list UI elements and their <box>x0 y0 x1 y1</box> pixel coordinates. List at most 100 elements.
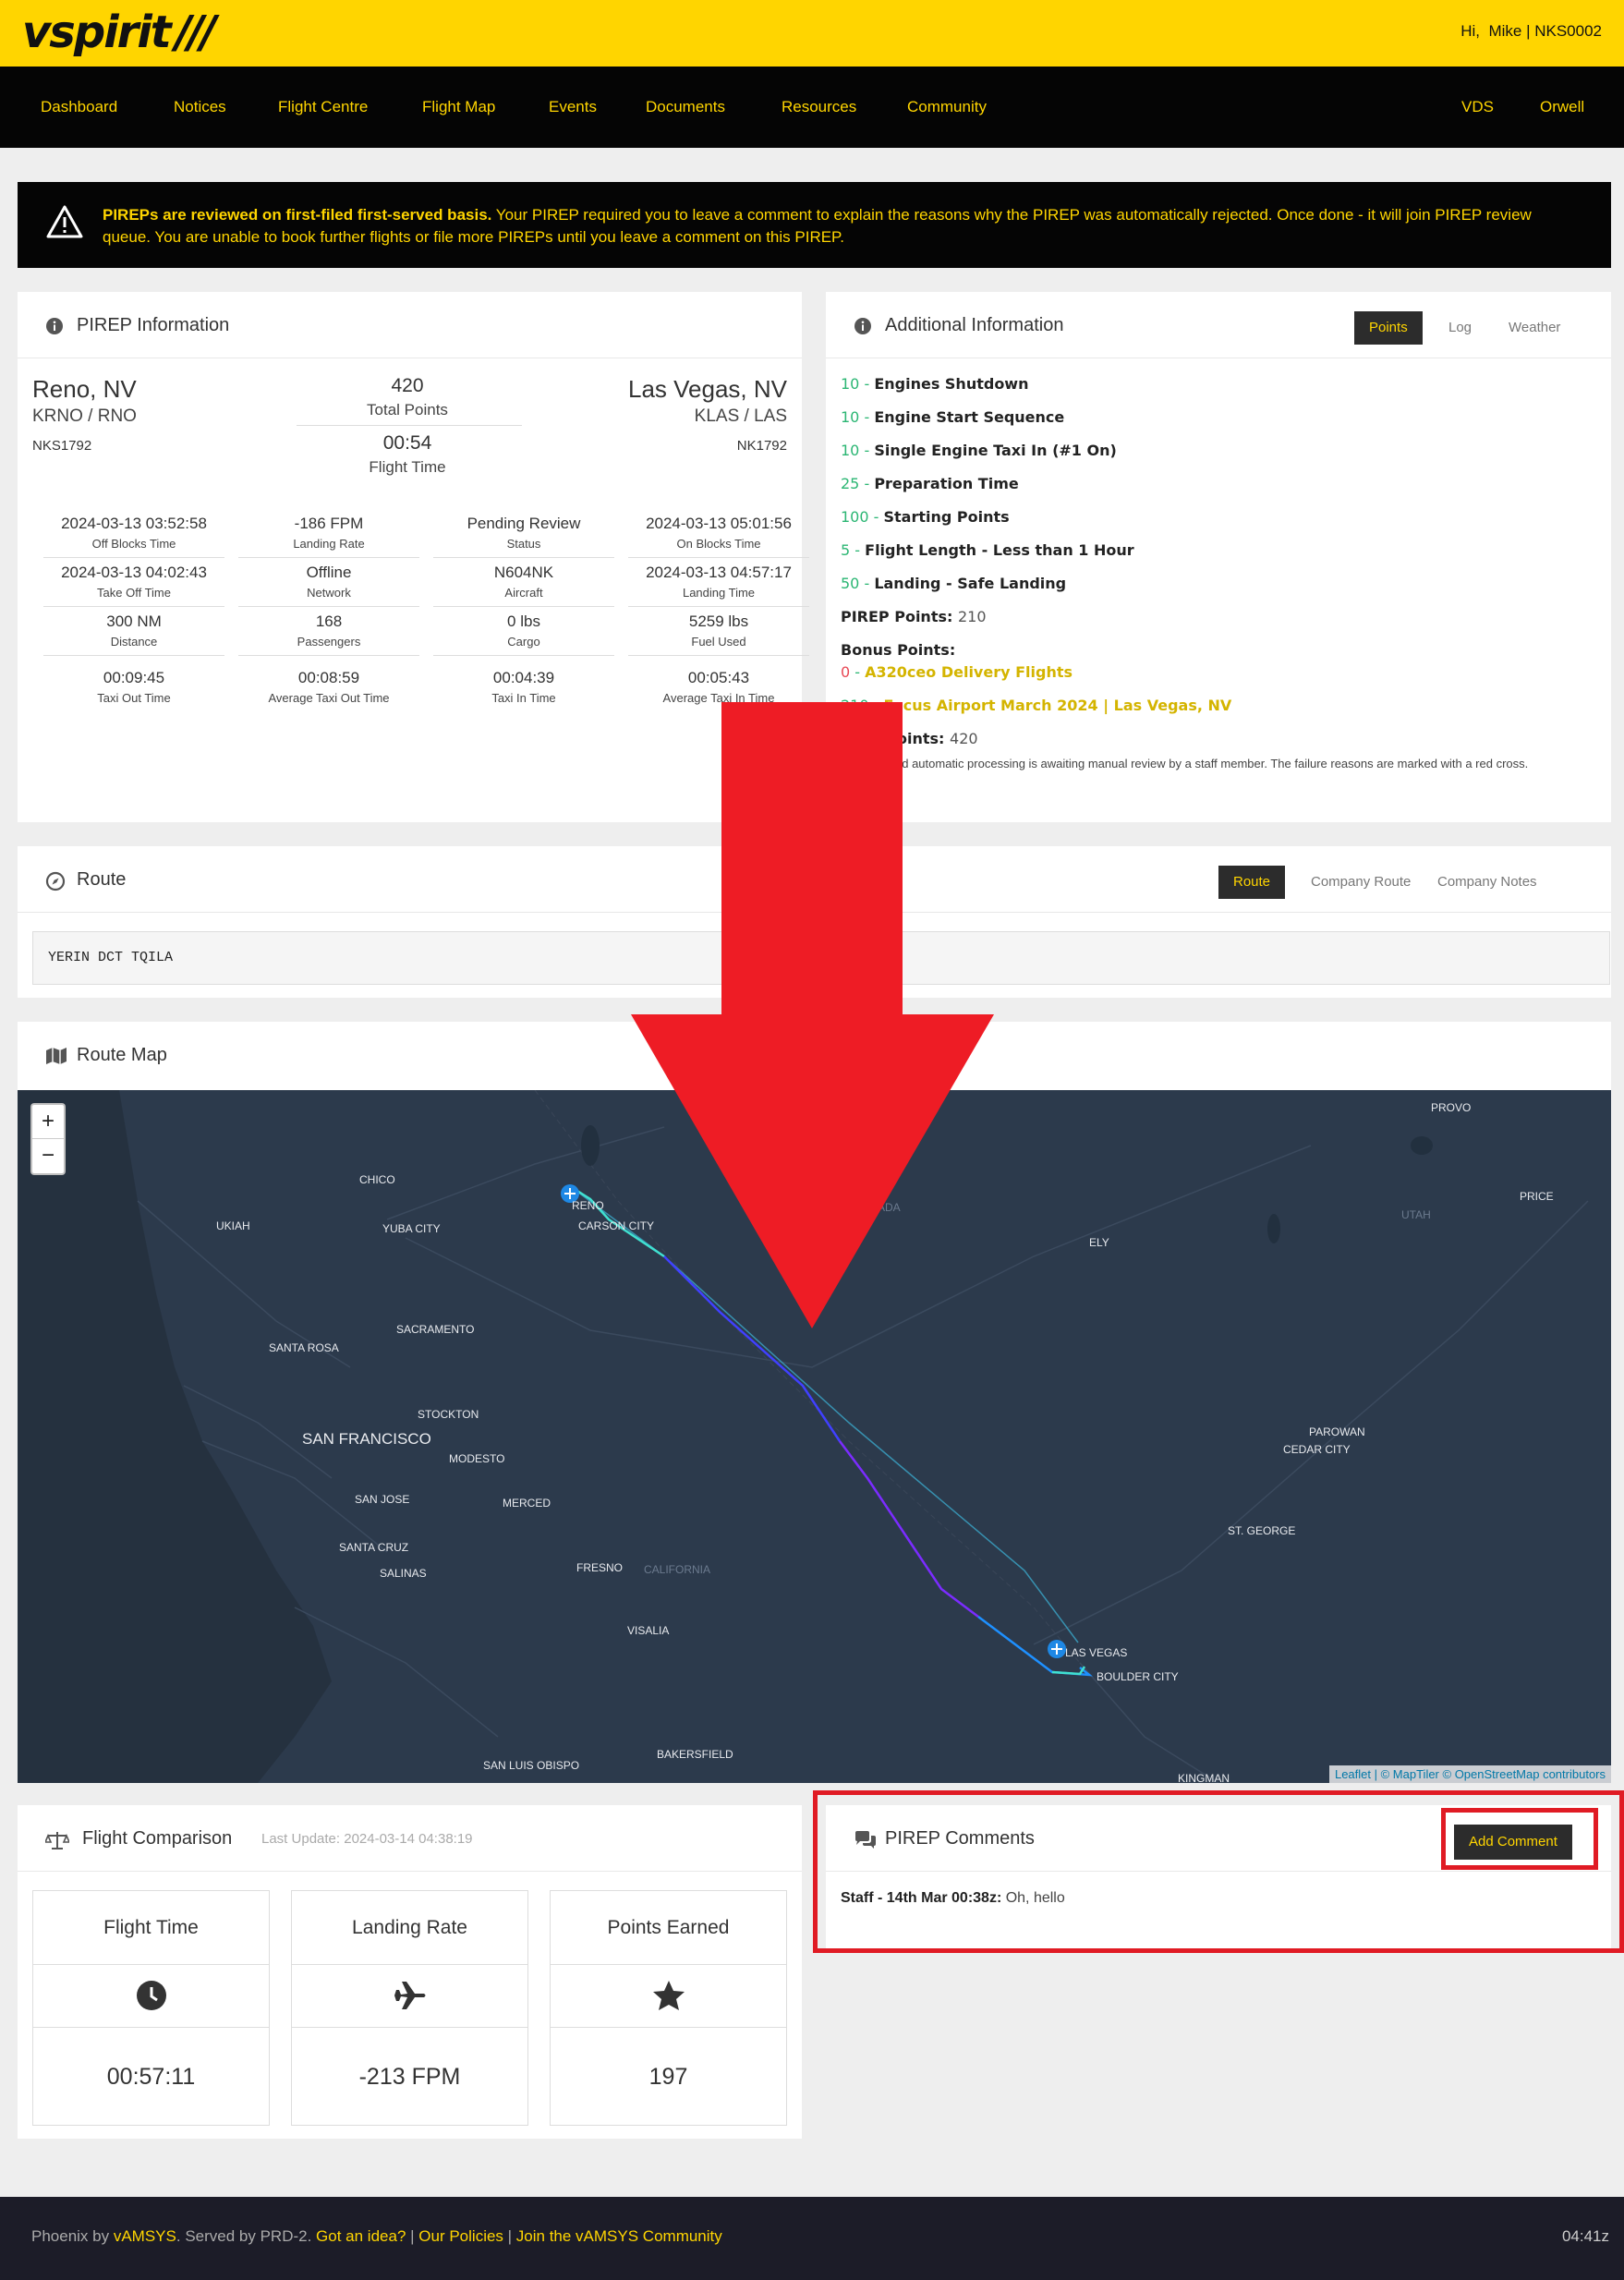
map-label: ELY <box>1089 1236 1109 1249</box>
card-header: Flight Comparison Last Update: 2024-03-1… <box>18 1805 802 1872</box>
nav-events[interactable]: Events <box>549 98 597 116</box>
nav-flight-map[interactable]: Flight Map <box>422 98 495 116</box>
card-title: Additional Information <box>885 315 1064 335</box>
tab-company-route[interactable]: Company Route <box>1298 866 1424 899</box>
map-label: STOCKTON <box>418 1408 479 1421</box>
las-vegas-airport-marker[interactable] <box>1048 1640 1066 1658</box>
nav-resources[interactable]: Resources <box>782 98 856 116</box>
nav-documents[interactable]: Documents <box>646 98 725 116</box>
logo-text: vspirit <box>22 6 172 58</box>
bonus-row: 0 - A320ceo Delivery Flights <box>841 663 1073 681</box>
stat-label: Average Taxi Out Time <box>268 691 390 705</box>
points-row: 10 - Single Engine Taxi In (#1 On) <box>841 442 1117 459</box>
lake <box>581 1125 600 1166</box>
map-label: RENO <box>572 1199 604 1212</box>
vamsys-link[interactable]: vAMSYS <box>114 2227 176 2245</box>
bonus-label: A320ceo Delivery Flights <box>865 663 1073 681</box>
map-label: SANTA ROSA <box>269 1341 339 1354</box>
map-label: PRICE <box>1520 1190 1554 1203</box>
stat-value: 00:09:45 <box>103 669 165 686</box>
comparison-value: 197 <box>648 2064 688 2090</box>
flight-track-segment <box>1051 1666 1086 1676</box>
policies-link[interactable]: Our Policies <box>418 2227 503 2245</box>
stat-divider <box>43 557 224 558</box>
zoom-out-button[interactable]: − <box>32 1139 64 1173</box>
leaflet-link[interactable]: Leaflet <box>1335 1767 1371 1781</box>
points-label: Engines Shutdown <box>874 375 1029 393</box>
stat-label: Take Off Time <box>97 586 171 600</box>
stat-label: Status <box>506 537 541 551</box>
tab-log[interactable]: Log <box>1436 311 1485 345</box>
tab-points[interactable]: Points <box>1354 311 1423 345</box>
map-label: SALINAS <box>380 1567 427 1580</box>
card-title: Route Map <box>77 1045 167 1065</box>
community-link[interactable]: Join the vAMSYS Community <box>516 2227 722 2245</box>
idea-link[interactable]: Got an idea? <box>316 2227 406 2245</box>
top-bar: vspirit/// Hi, Mike | NKS0002 <box>0 0 1624 67</box>
map-label: SACRAMENTO <box>396 1323 475 1336</box>
comparison-label: Points Earned <box>551 1891 786 1965</box>
comparison-icon-cell <box>292 1965 527 2028</box>
comparison-flight-time: Flight Time 00:57:11 <box>32 1890 270 2126</box>
stat-label: Landing Rate <box>293 537 365 551</box>
main-nav: Dashboard Notices Flight Centre Flight M… <box>0 67 1624 148</box>
points-dash: - <box>859 442 875 459</box>
stat-label: Landing Time <box>682 586 756 600</box>
user-name: Mike | NKS0002 <box>1488 22 1602 40</box>
stat-divider <box>238 557 419 558</box>
map-label: PROVO <box>1431 1101 1472 1114</box>
nav-flight-centre[interactable]: Flight Centre <box>278 98 368 116</box>
stat-label: Cargo <box>507 635 540 649</box>
stat-value: 2024-03-13 04:57:17 <box>646 564 792 581</box>
points-value: 50 <box>841 575 860 592</box>
map-label: SAN FRANCISCO <box>302 1430 431 1448</box>
tab-weather[interactable]: Weather <box>1496 311 1573 345</box>
points-label: Starting Points <box>883 508 1010 526</box>
stat-label: Off Blocks Time <box>91 537 176 551</box>
map-icon <box>46 1048 67 1064</box>
stat-divider <box>628 557 809 558</box>
points-label: Flight Length - Less than 1 Hour <box>865 541 1134 559</box>
points-dash: - <box>850 541 866 559</box>
points-value: 5 <box>841 541 851 559</box>
nav-vds[interactable]: VDS <box>1461 98 1494 116</box>
ocean-area <box>18 1090 332 1783</box>
map-label: ST. GEORGE <box>1228 1524 1296 1537</box>
points-dash: - <box>868 508 884 526</box>
pirep-points-label: PIREP Points: <box>841 608 953 625</box>
footer-separator: | <box>406 2227 419 2245</box>
divider <box>297 425 522 426</box>
stat-value: -186 FPM <box>294 515 364 532</box>
stat-divider <box>238 606 419 607</box>
stat-label: Fuel Used <box>691 635 746 649</box>
comparison-icon-cell <box>551 1965 786 2028</box>
tab-route[interactable]: Route <box>1218 866 1286 899</box>
nav-dashboard[interactable]: Dashboard <box>41 98 117 116</box>
tab-company-notes[interactable]: Company Notes <box>1424 866 1550 899</box>
vspirit-logo[interactable]: vspirit/// <box>22 4 216 61</box>
zoom-in-button[interactable]: + <box>32 1105 64 1139</box>
stat-value: Pending Review <box>467 515 581 532</box>
stat-label: Passengers <box>297 635 361 649</box>
footer: Phoenix by vAMSYS. Served by PRD-2. Got … <box>0 2197 1624 2280</box>
map-label: UTAH <box>1401 1208 1431 1221</box>
stat-value: 2024-03-13 05:01:56 <box>646 515 792 532</box>
nav-community[interactable]: Community <box>907 98 987 116</box>
map-label: LAS VEGAS <box>1065 1646 1128 1659</box>
points-value: 10 <box>841 408 860 426</box>
points-label: Engine Start Sequence <box>874 408 1065 426</box>
pirep-points-row: PIREP Points: 210 <box>841 608 987 625</box>
stat-divider <box>628 655 809 656</box>
stat-divider <box>433 655 614 656</box>
stat-divider <box>433 557 614 558</box>
user-greeting[interactable]: Hi, Mike | NKS0002 <box>1460 22 1602 41</box>
stat-label: Aircraft <box>504 586 543 600</box>
attribution-text[interactable]: | © MapTiler © OpenStreetMap contributor… <box>1371 1767 1606 1781</box>
points-row: 5 - Flight Length - Less than 1 Hour <box>841 541 1134 559</box>
nav-notices[interactable]: Notices <box>174 98 226 116</box>
arrival-codes: KLAS / LAS <box>694 406 787 426</box>
nav-orwell[interactable]: Orwell <box>1540 98 1584 116</box>
flight-time-label: Flight Time <box>369 458 446 476</box>
stat-label: Network <box>307 586 351 600</box>
stat-divider <box>43 655 224 656</box>
